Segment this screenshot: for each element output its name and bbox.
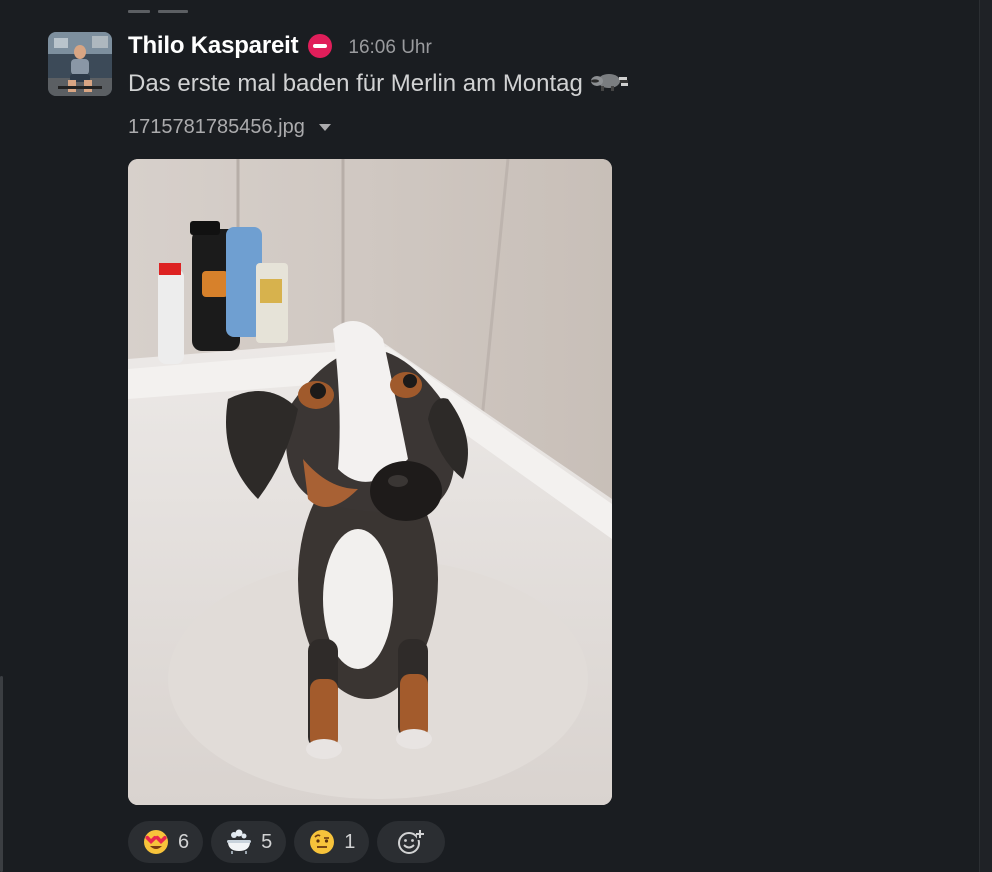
attached-image[interactable] [128, 159, 612, 805]
left-scrollbar[interactable] [0, 676, 3, 872]
bathtub-icon [225, 828, 253, 856]
reaction-count: 5 [261, 830, 273, 853]
reaction-bathtub[interactable]: 5 [211, 821, 287, 863]
reaction-raised-eyebrow[interactable]: 1 [294, 821, 370, 863]
message-header: Thilo Kaspareit 16:06 Uhr [128, 28, 432, 64]
raised-eyebrow-icon [308, 828, 336, 856]
avatar[interactable] [48, 32, 112, 96]
file-name-row[interactable]: 1715781785456.jpg [128, 116, 331, 139]
reactions-bar: 6 5 1 [128, 821, 446, 863]
message-body: Das erste mal baden für Merlin am Montag [128, 69, 583, 97]
previous-message-peek [128, 0, 218, 13]
add-emoji-icon [397, 828, 425, 856]
timestamp[interactable]: 16:06 Uhr [348, 37, 431, 59]
message-pane: Thilo Kaspareit 16:06 Uhr Das erste mal … [0, 0, 992, 872]
reaction-heart-eyes[interactable]: 6 [128, 821, 204, 863]
chevron-down-icon[interactable] [318, 124, 331, 131]
file-name[interactable]: 1715781785456.jpg [128, 116, 305, 139]
do-not-disturb-icon [308, 34, 333, 58]
reaction-count: 6 [178, 830, 190, 853]
message-text: Das erste mal baden für Merlin am Montag [128, 68, 629, 99]
add-reaction-button[interactable] [377, 821, 446, 863]
author-name[interactable]: Thilo Kaspareit [128, 32, 299, 60]
heart-eyes-icon [142, 828, 170, 856]
reaction-count: 1 [344, 830, 356, 853]
raccoon-icon [589, 68, 629, 99]
right-scrollbar[interactable] [979, 0, 992, 872]
